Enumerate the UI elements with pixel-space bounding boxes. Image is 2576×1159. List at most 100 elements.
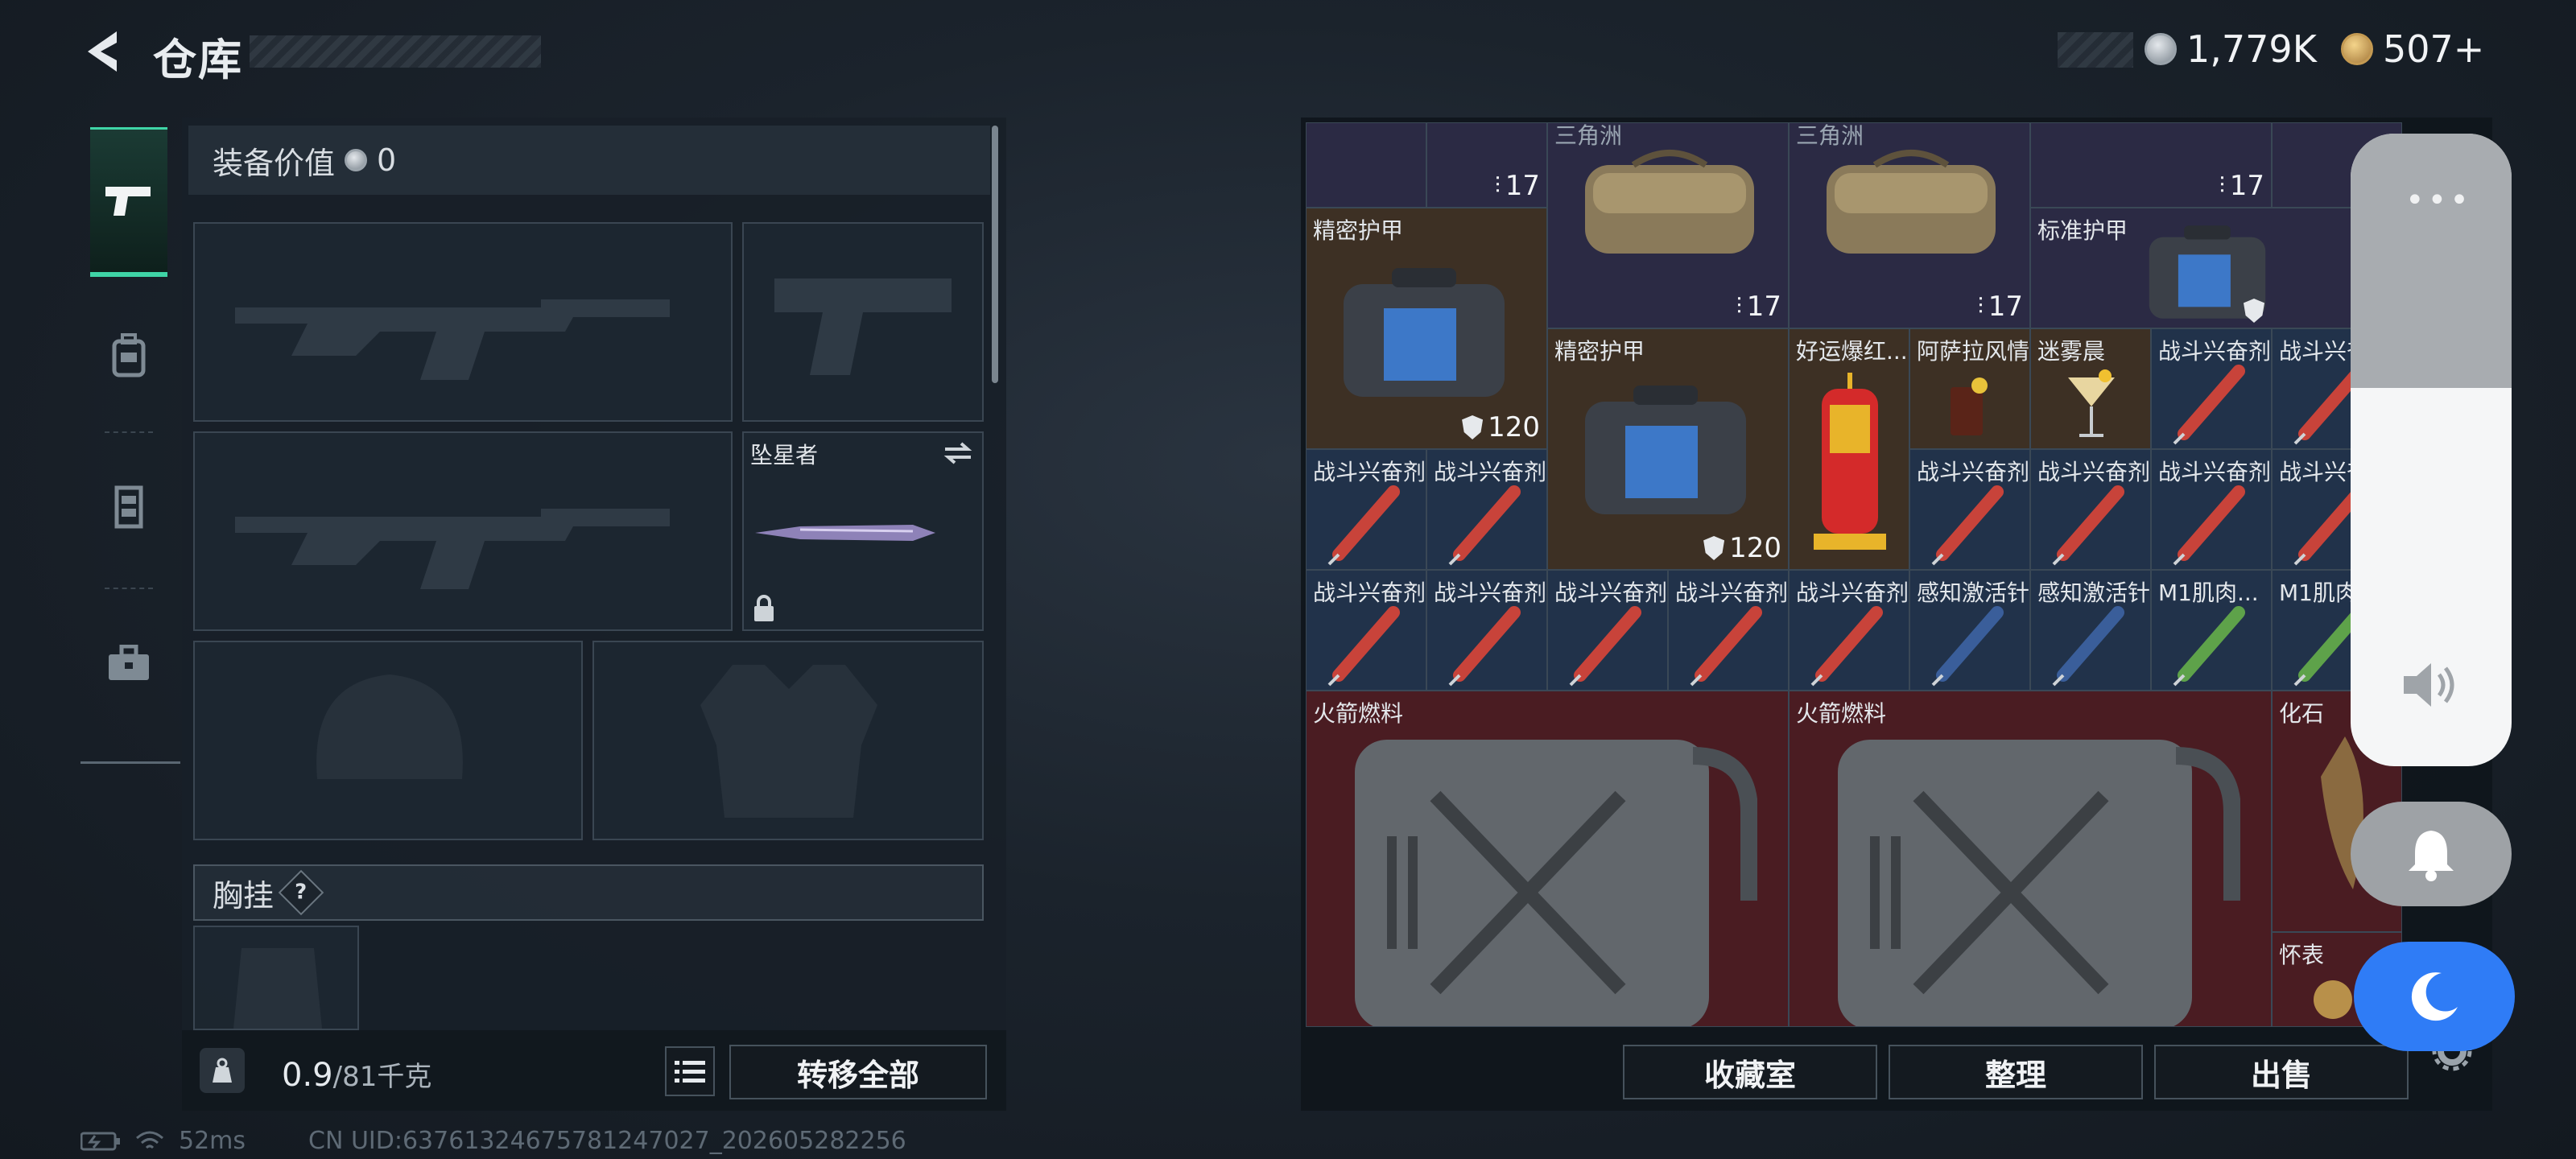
inventory-item-armor[interactable]: 精密护甲 120	[1547, 328, 1789, 570]
syringe-red-icon	[1448, 606, 1521, 687]
sell-button[interactable]: 出售	[2154, 1045, 2409, 1099]
inventory-item-stim[interactable]: 战斗兴奋剂	[1306, 570, 1426, 691]
help-icon[interactable]: ?	[278, 869, 324, 916]
tab-vest[interactable]	[90, 468, 167, 546]
pistol-slot[interactable]	[742, 222, 984, 422]
inventory-item-drink[interactable]: 阿萨拉风情	[1909, 328, 2030, 449]
ammo-value: 17	[1988, 291, 2023, 323]
inventory-item-armor[interactable]: 标准护甲	[2030, 208, 2402, 328]
firecracker-icon	[1814, 373, 1886, 550]
inventory-item[interactable]: ⫶ 17	[1426, 122, 1547, 208]
inventory-item-firecracker[interactable]: 好运爆红...	[1789, 328, 1909, 570]
bell-icon	[2409, 831, 2454, 881]
silver-coin-icon	[345, 149, 368, 171]
inventory-item-cocktail[interactable]: 迷雾晨	[2030, 328, 2151, 449]
inventory-item-stim[interactable]: 战斗兴奋剂	[1789, 570, 1909, 691]
tab-weapons[interactable]	[90, 127, 167, 277]
inventory-item-stim[interactable]: 战斗兴奋剂	[1426, 449, 1547, 570]
category-tabs	[80, 118, 180, 764]
equipment-value-label: 装备价值	[213, 145, 336, 181]
shield-icon	[1462, 415, 1484, 439]
inventory-item-bag[interactable]: 三角洲 ⫶ 17	[1789, 122, 2030, 328]
wifi-icon	[136, 1131, 163, 1149]
tabs-bottom-line	[80, 761, 180, 764]
inventory-item-fuel[interactable]: 火箭燃料	[1789, 691, 2272, 1027]
ammo-value: 17	[2229, 170, 2264, 202]
item-label: 精密护甲	[1313, 217, 1404, 244]
inventory-item[interactable]	[1306, 122, 1426, 208]
inventory-item-stim[interactable]: 战斗兴奋剂	[1909, 449, 2030, 570]
item-label: 好运爆红...	[1796, 338, 1908, 365]
inventory-item-stim[interactable]: 战斗兴奋剂	[1547, 570, 1668, 691]
chest-rig-slot[interactable]	[193, 926, 359, 1030]
tab-case[interactable]	[90, 625, 167, 702]
helmet-silhouette-icon	[316, 674, 463, 779]
tab-divider	[105, 431, 153, 433]
duffel-bag-icon	[1585, 150, 1754, 254]
inventory-item-stim[interactable]: 战斗兴奋剂	[2151, 449, 2272, 570]
collection-button[interactable]: 收藏室	[1623, 1045, 1877, 1099]
drink-glass-icon	[1951, 377, 1988, 435]
syringe-red-icon	[1690, 606, 1762, 687]
uid-text: CN UID:63761324675781247027_202605282256	[308, 1127, 906, 1155]
durability-badge: 120	[1462, 411, 1540, 443]
armor-badge	[2244, 299, 2264, 323]
melee-slot[interactable]: 坠星者	[742, 431, 984, 631]
inventory-item[interactable]: ⫶ 17	[2030, 122, 2272, 208]
bullet-icon: ⫶	[1736, 293, 1742, 320]
inventory-item-sense[interactable]: 感知激活针	[2030, 570, 2151, 691]
secondary-weapon-slot[interactable]	[193, 431, 733, 631]
inventory-item-stim[interactable]: 战斗兴奋剂	[2030, 449, 2151, 570]
transfer-all-button[interactable]: 转移全部	[729, 1045, 987, 1099]
primary-weapon-slot[interactable]	[193, 222, 733, 422]
shield-icon	[2244, 299, 2264, 323]
list-view-button[interactable]	[665, 1046, 715, 1096]
help-icon-label: ?	[295, 881, 308, 905]
tab-backpack[interactable]	[90, 317, 167, 394]
more-icon[interactable]: •••	[2405, 182, 2472, 219]
inventory-item-stim[interactable]: 战斗兴奋剂	[1426, 570, 1547, 691]
inventory-item-fuel[interactable]: 火箭燃料	[1306, 691, 1789, 1027]
item-label: 化石	[2279, 700, 2325, 727]
inventory-item-stim[interactable]: 战斗兴奋剂	[2151, 328, 2272, 449]
bullet-icon: ⫶	[1494, 172, 1501, 199]
helmet-slot[interactable]	[193, 641, 583, 840]
ammo-value: 17	[1505, 170, 1540, 202]
swap-icon[interactable]	[943, 441, 972, 465]
pistol-silhouette-icon	[774, 278, 952, 375]
shield-icon	[1703, 536, 1725, 560]
notification-toggle[interactable]	[2351, 802, 2512, 906]
page-title: 仓库	[153, 35, 243, 85]
duffel-bag-icon	[1827, 150, 1996, 254]
organize-button[interactable]: 整理	[1889, 1045, 2143, 1099]
chest-rig-header: 胸挂 ?	[193, 864, 984, 921]
inventory-item-armor[interactable]: 精密护甲 120	[1306, 208, 1547, 449]
ammo-count: ⫶ 17	[1736, 291, 1781, 323]
vest-icon	[114, 485, 143, 529]
rifle-silhouette-icon	[235, 299, 670, 380]
case-icon	[109, 645, 149, 680]
capacity-current: 0.9	[282, 1057, 333, 1094]
bullet-icon: ⫶	[1977, 293, 1984, 320]
inventory-item-stim[interactable]: 战斗兴奋剂	[1306, 449, 1426, 570]
silver-amount: 1,779K	[2186, 27, 2317, 71]
silver-currency: 1,779K	[2145, 27, 2317, 71]
durability-value: 120	[1729, 532, 1781, 564]
inventory-item-m1[interactable]: M1肌肉...	[2151, 570, 2272, 691]
inventory-item-stim[interactable]: 战斗兴奋剂	[1668, 570, 1789, 691]
durability-value: 120	[1488, 411, 1540, 443]
syringe-red-icon	[1327, 606, 1400, 687]
equipment-scrollbar[interactable]	[992, 126, 998, 383]
back-button[interactable]	[77, 27, 126, 76]
volume-slider-track	[2351, 134, 2512, 388]
volume-slider[interactable]: •••	[2351, 134, 2512, 766]
battery-icon	[80, 1132, 120, 1150]
armor-slot[interactable]	[592, 641, 984, 840]
weight-icon	[200, 1048, 245, 1093]
inventory-item-sense[interactable]: 感知激活针	[1909, 570, 2030, 691]
syringe-red-icon	[1810, 606, 1883, 687]
durability-badge: 120	[1703, 532, 1781, 564]
inventory-item-bag[interactable]: 三角洲 ⫶ 17	[1547, 122, 1789, 328]
syringe-red-icon	[1327, 485, 1400, 566]
do-not-disturb-toggle[interactable]	[2354, 942, 2515, 1051]
